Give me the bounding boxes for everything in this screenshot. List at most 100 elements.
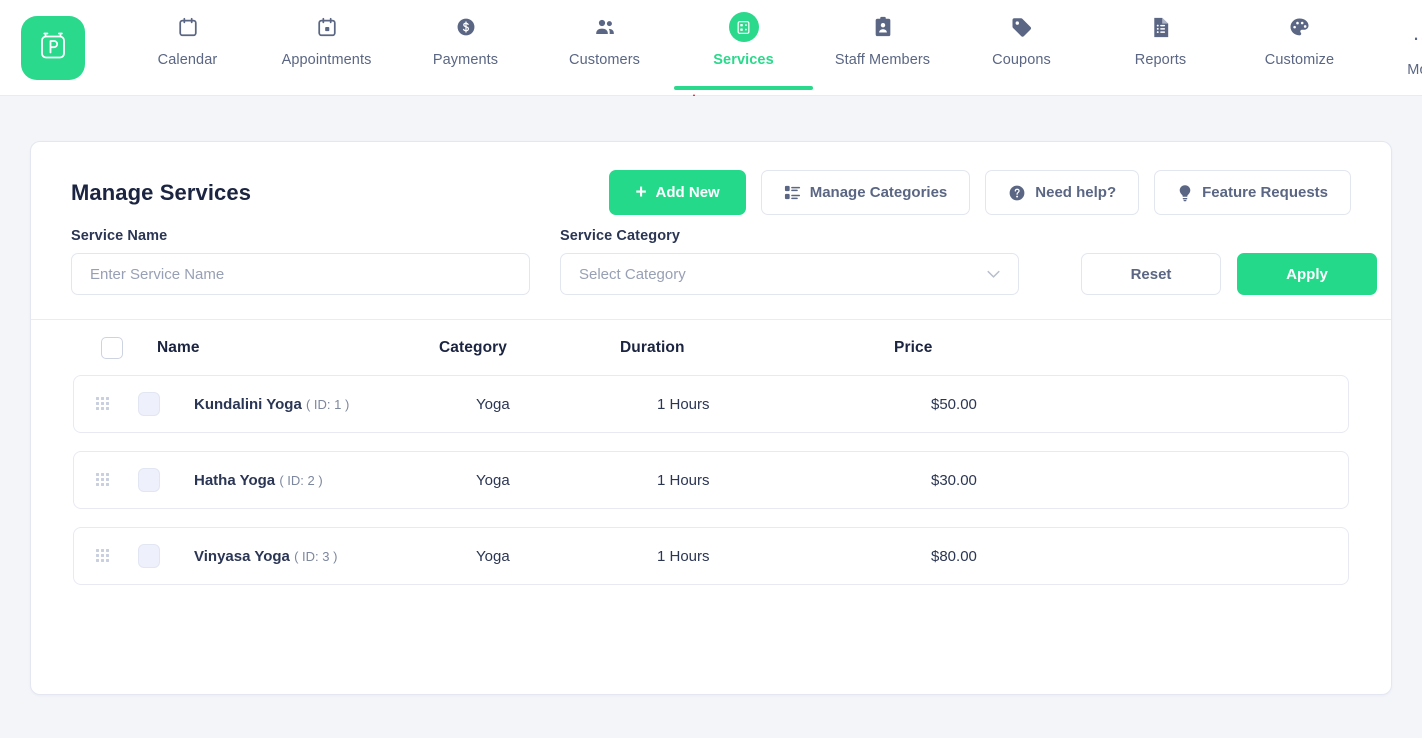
bookingpress-logo-icon xyxy=(36,29,70,68)
select-all-checkbox[interactable] xyxy=(101,336,123,359)
column-header-duration: Duration xyxy=(620,338,685,356)
cell-price: $30.00 xyxy=(931,471,977,489)
service-name-text: Kundalini Yoga xyxy=(194,395,302,413)
nav-label: Coupons xyxy=(992,52,1051,68)
id-badge-icon xyxy=(873,12,893,42)
table-row[interactable]: Vinyasa Yoga ( ID: 3 ) Yoga 1 Hours $80.… xyxy=(73,527,1349,585)
cell-price: $80.00 xyxy=(931,547,977,565)
service-name-placeholder: Enter Service Name xyxy=(90,265,225,283)
manage-categories-label: Manage Categories xyxy=(809,184,948,201)
service-name-input[interactable]: Enter Service Name xyxy=(71,253,530,295)
cell-name: Kundalini Yoga ( ID: 1 ) xyxy=(160,396,476,413)
ellipsis-icon: … xyxy=(1412,18,1422,48)
add-new-label: Add New xyxy=(655,184,720,201)
chevron-down-icon xyxy=(987,267,1000,282)
calendar-event-icon xyxy=(316,12,338,42)
drag-handle-icon[interactable] xyxy=(96,397,110,411)
nav-item-customize[interactable]: Customize xyxy=(1230,0,1369,68)
cell-price: $50.00 xyxy=(931,395,977,413)
feature-requests-button[interactable]: Feature Requests xyxy=(1154,170,1351,215)
cell-duration: 1 Hours xyxy=(657,395,710,413)
reset-label: Reset xyxy=(1130,265,1172,283)
filter-bar: Service Name Enter Service Name Service … xyxy=(31,216,1391,295)
table-header-row: Name Category Duration Price xyxy=(73,320,1349,375)
nav-item-coupons[interactable]: Coupons xyxy=(952,0,1091,68)
drag-handle-icon[interactable] xyxy=(96,473,110,487)
services-card: Manage Services + Add New Manage Categor… xyxy=(30,141,1392,695)
active-tab-underline xyxy=(674,86,813,90)
nav-label: Payments xyxy=(432,52,499,68)
row-checkbox[interactable] xyxy=(138,392,160,416)
add-new-button[interactable]: + Add New xyxy=(609,170,746,215)
plus-icon: + xyxy=(635,182,647,203)
table-row[interactable]: Hatha Yoga ( ID: 2 ) Yoga 1 Hours $30.00 xyxy=(73,451,1349,509)
dollar-circle-icon xyxy=(455,12,477,42)
nav-item-list: Calendar Appointments Payments Customers… xyxy=(118,0,1422,90)
cell-duration: 1 Hours xyxy=(657,471,710,489)
service-category-value: Select Category xyxy=(579,265,686,283)
need-help-button[interactable]: Need help? xyxy=(985,170,1140,215)
column-header-name: Name xyxy=(157,338,200,356)
service-id-text: ( ID: 3 ) xyxy=(294,548,338,564)
reset-button[interactable]: Reset xyxy=(1081,253,1221,295)
lightbulb-icon xyxy=(1177,184,1193,202)
manage-categories-button[interactable]: Manage Categories xyxy=(760,170,971,215)
service-category-label: Service Category xyxy=(560,228,681,244)
card-header: Manage Services + Add New Manage Categor… xyxy=(31,142,1391,216)
need-help-label: Need help? xyxy=(1035,184,1117,201)
feature-requests-label: Feature Requests xyxy=(1202,184,1328,201)
row-checkbox[interactable] xyxy=(138,544,160,568)
page-title: Manage Services xyxy=(71,179,252,205)
nav-label: Customers xyxy=(569,52,640,68)
drag-handle-icon[interactable] xyxy=(96,549,110,563)
table-row[interactable]: Kundalini Yoga ( ID: 1 ) Yoga 1 Hours $5… xyxy=(73,375,1349,433)
cell-category: Yoga xyxy=(476,547,510,565)
calendar-icon xyxy=(177,12,199,42)
people-icon xyxy=(593,12,617,42)
service-name-field: Service Name Enter Service Name xyxy=(71,228,530,295)
page-body: Manage Services + Add New Manage Categor… xyxy=(0,96,1422,738)
column-header-price: Price xyxy=(894,338,933,356)
apply-button[interactable]: Apply xyxy=(1237,253,1377,295)
services-table: Name Category Duration Price Kundalini Y… xyxy=(31,320,1391,585)
filter-action-buttons: Reset Apply xyxy=(1081,253,1377,295)
nav-label: Staff Members xyxy=(834,52,931,68)
app-logo[interactable] xyxy=(21,16,85,80)
service-id-text: ( ID: 2 ) xyxy=(279,472,323,488)
nav-label: Reports xyxy=(1134,52,1187,68)
cell-name: Vinyasa Yoga ( ID: 3 ) xyxy=(160,548,476,565)
service-name-text: Vinyasa Yoga xyxy=(194,547,290,565)
nav-item-reports[interactable]: Reports xyxy=(1091,0,1230,68)
cell-category: Yoga xyxy=(476,471,510,489)
service-id-text: ( ID: 1 ) xyxy=(305,396,350,412)
nav-item-appointments[interactable]: Appointments xyxy=(257,0,396,68)
tag-icon xyxy=(1010,12,1033,42)
categories-list-icon xyxy=(784,184,801,201)
nav-label: Customize xyxy=(1264,52,1335,68)
nav-item-services[interactable]: Services xyxy=(674,0,813,90)
nav-item-customers[interactable]: Customers xyxy=(535,0,674,68)
nav-item-staff-members[interactable]: Staff Members xyxy=(813,0,952,68)
services-list-icon xyxy=(728,12,759,42)
cell-category: Yoga xyxy=(476,395,510,413)
header-action-buttons: + Add New Manage Categories Need help? F… xyxy=(609,170,1351,215)
palette-icon xyxy=(1288,12,1311,42)
nav-label: Services xyxy=(713,52,774,68)
cell-name: Hatha Yoga ( ID: 2 ) xyxy=(160,472,476,489)
nav-label: Calendar xyxy=(157,52,218,68)
service-name-label: Service Name xyxy=(71,228,168,244)
nav-item-calendar[interactable]: Calendar xyxy=(118,0,257,68)
service-category-select[interactable]: Select Category xyxy=(560,253,1019,295)
report-file-icon xyxy=(1151,12,1171,42)
nav-item-more[interactable]: … More xyxy=(1369,0,1422,79)
cell-duration: 1 Hours xyxy=(657,547,710,565)
apply-label: Apply xyxy=(1286,265,1328,283)
service-name-text: Hatha Yoga xyxy=(194,471,276,489)
question-circle-icon xyxy=(1008,184,1026,202)
row-checkbox[interactable] xyxy=(138,468,160,492)
service-category-field: Service Category Select Category xyxy=(560,228,1019,295)
nav-label: Appointments xyxy=(281,52,372,68)
nav-item-payments[interactable]: Payments xyxy=(396,0,535,68)
nav-label: More xyxy=(1407,62,1422,78)
top-navigation-bar: Calendar Appointments Payments Customers… xyxy=(0,0,1422,134)
